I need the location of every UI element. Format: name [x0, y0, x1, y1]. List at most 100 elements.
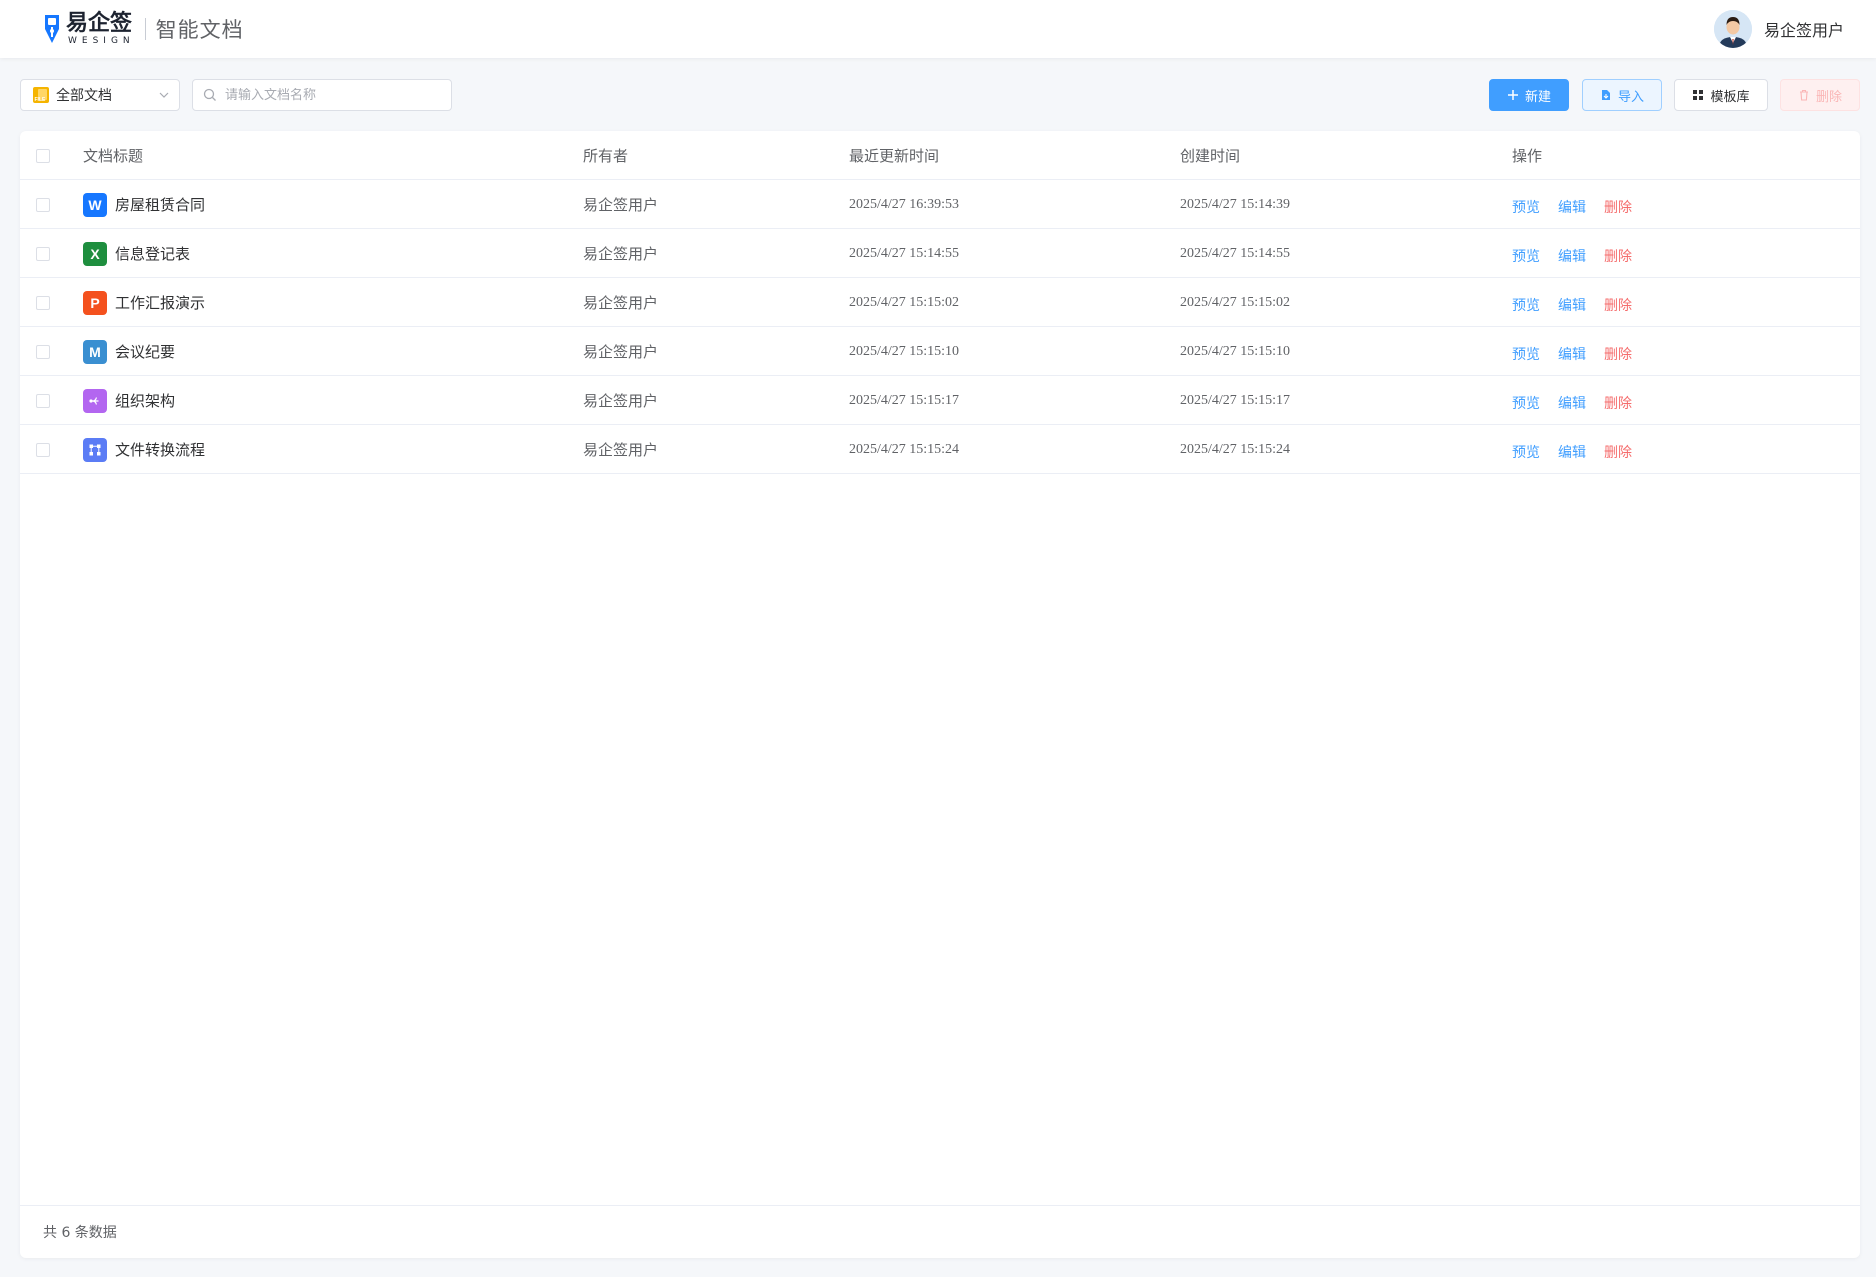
table-row: P 工作汇报演示 易企签用户 2025/4/27 15:15:02 2025/4/27 … [20, 278, 1860, 327]
document-title-cell[interactable]: X 信息登记表 [83, 229, 563, 278]
table-footer: 共 6 条数据 [20, 1205, 1860, 1258]
document-title-cell[interactable]: M 会议纪要 [83, 327, 563, 376]
edit-link[interactable]: 编辑 [1558, 246, 1586, 266]
row-checkbox[interactable] [36, 197, 50, 212]
row-checkbox[interactable] [36, 344, 50, 359]
delete-link[interactable]: 删除 [1604, 246, 1632, 266]
edit-link[interactable]: 编辑 [1558, 197, 1586, 217]
import-file-icon [1601, 90, 1610, 100]
updated-time: 2025/4/27 15:14:55 [849, 245, 960, 261]
file-folder-icon: FILE [33, 87, 49, 103]
word-icon: W [83, 192, 107, 217]
flowchart-icon [83, 437, 107, 462]
row-actions: 预览 编辑 删除 [1512, 180, 1812, 229]
search-icon [203, 88, 216, 101]
preview-link[interactable]: 预览 [1512, 197, 1540, 217]
document-filter-select[interactable]: FILE 全部文档 [20, 79, 180, 111]
user-menu[interactable]: 易企签用户 [1713, 10, 1844, 48]
total-count: 共 6 条数据 [43, 1225, 117, 1241]
row-checkbox[interactable] [36, 393, 50, 408]
document-title-cell[interactable]: 组织架构 [83, 376, 563, 425]
document-title[interactable]: 会议纪要 [115, 341, 175, 362]
document-title[interactable]: 房屋租赁合同 [115, 194, 205, 215]
document-table: 文档标题 所有者 最近更新时间 创建时间 操作 W 房屋租赁合同 易企签用户 2025… [20, 131, 1860, 1258]
delete-link[interactable]: 删除 [1604, 197, 1632, 217]
filter-label: 全部文档 [56, 88, 112, 104]
logo-subtext: WESIGN [68, 35, 135, 46]
search-input[interactable] [225, 87, 425, 103]
template-library-button[interactable]: 模板库 [1674, 79, 1768, 111]
excel-icon: X [83, 241, 107, 266]
delete-link[interactable]: 删除 [1604, 393, 1632, 413]
bulk-delete-label: 删除 [1815, 89, 1842, 105]
edit-link[interactable]: 编辑 [1558, 344, 1586, 364]
created-time: 2025/4/27 15:14:39 [1180, 196, 1291, 212]
avatar[interactable] [1713, 10, 1752, 48]
preview-link[interactable]: 预览 [1512, 295, 1540, 315]
row-actions: 预览 编辑 删除 [1512, 229, 1812, 278]
markdown-icon: M [83, 339, 107, 364]
new-button-label: 新建 [1524, 89, 1551, 105]
row-actions: 预览 编辑 删除 [1512, 376, 1812, 425]
toolbar: FILE 全部文档 新建 导入 模板库 [20, 79, 1860, 111]
updated-time: 2025/4/27 16:39:53 [849, 196, 960, 212]
table-row: W 房屋租赁合同 易企签用户 2025/4/27 16:39:53 2025/4/27 … [20, 180, 1860, 229]
top-header: 易企签 WESIGN 智能文档 易企签用户 [0, 0, 1876, 58]
row-actions: 预览 编辑 删除 [1512, 327, 1812, 376]
mindmap-icon [83, 388, 107, 413]
header-created: 创建时间 [1180, 147, 1241, 165]
owner: 易企签用户 [583, 441, 659, 459]
document-title[interactable]: 信息登记表 [115, 243, 190, 264]
import-button-label: 导入 [1617, 89, 1644, 105]
new-document-button[interactable]: 新建 [1489, 79, 1569, 111]
header-title: 文档标题 [83, 147, 144, 165]
select-all-checkbox[interactable] [36, 148, 50, 163]
preview-link[interactable]: 预览 [1512, 246, 1540, 266]
trash-icon [1799, 89, 1808, 101]
document-title[interactable]: 文件转换流程 [115, 439, 205, 460]
preview-link[interactable]: 预览 [1512, 344, 1540, 364]
delete-link[interactable]: 删除 [1604, 344, 1632, 364]
preview-link[interactable]: 预览 [1512, 393, 1540, 413]
table-header: 文档标题 所有者 最近更新时间 创建时间 操作 [20, 131, 1860, 180]
template-button-label: 模板库 [1710, 89, 1750, 105]
document-title-cell[interactable]: 文件转换流程 [83, 425, 563, 474]
edit-link[interactable]: 编辑 [1558, 442, 1586, 462]
delete-link[interactable]: 删除 [1604, 442, 1632, 462]
brand: 易企签 WESIGN 智能文档 [42, 12, 244, 46]
created-time: 2025/4/27 15:15:10 [1180, 343, 1291, 359]
chevron-down-icon [159, 92, 169, 98]
document-title-cell[interactable]: W 房屋租赁合同 [83, 180, 563, 229]
document-title-cell[interactable]: P 工作汇报演示 [83, 278, 563, 327]
import-button[interactable]: 导入 [1582, 79, 1662, 111]
document-title[interactable]: 组织架构 [115, 390, 175, 411]
user-avatar-icon [1713, 10, 1752, 48]
row-checkbox[interactable] [36, 442, 50, 457]
document-title[interactable]: 工作汇报演示 [115, 292, 205, 313]
created-time: 2025/4/27 15:15:02 [1180, 294, 1291, 310]
updated-time: 2025/4/27 15:15:02 [849, 294, 960, 310]
row-actions: 预览 编辑 删除 [1512, 278, 1812, 327]
table-row: 文件转换流程 易企签用户 2025/4/27 15:15:24 2025/4/27 1… [20, 425, 1860, 474]
edit-link[interactable]: 编辑 [1558, 295, 1586, 315]
pen-nib-logo-icon [45, 15, 59, 43]
owner: 易企签用户 [583, 196, 659, 214]
header-actions: 操作 [1512, 147, 1543, 165]
username: 易企签用户 [1763, 21, 1844, 40]
plus-icon [1507, 90, 1518, 100]
bulk-delete-button[interactable]: 删除 [1780, 79, 1860, 111]
edit-link[interactable]: 编辑 [1558, 393, 1586, 413]
preview-link[interactable]: 预览 [1512, 442, 1540, 462]
created-time: 2025/4/27 15:15:24 [1180, 441, 1291, 457]
brand-divider [144, 18, 146, 40]
row-checkbox[interactable] [36, 246, 50, 261]
search-box[interactable] [192, 79, 452, 111]
logo[interactable]: 易企签 WESIGN [42, 12, 135, 46]
table-row: X 信息登记表 易企签用户 2025/4/27 15:14:55 2025/4/27 1… [20, 229, 1860, 278]
updated-time: 2025/4/27 15:15:24 [849, 441, 960, 457]
row-checkbox[interactable] [36, 295, 50, 310]
owner: 易企签用户 [583, 392, 659, 410]
delete-link[interactable]: 删除 [1604, 295, 1632, 315]
owner: 易企签用户 [583, 245, 659, 263]
row-actions: 预览 编辑 删除 [1512, 425, 1812, 474]
